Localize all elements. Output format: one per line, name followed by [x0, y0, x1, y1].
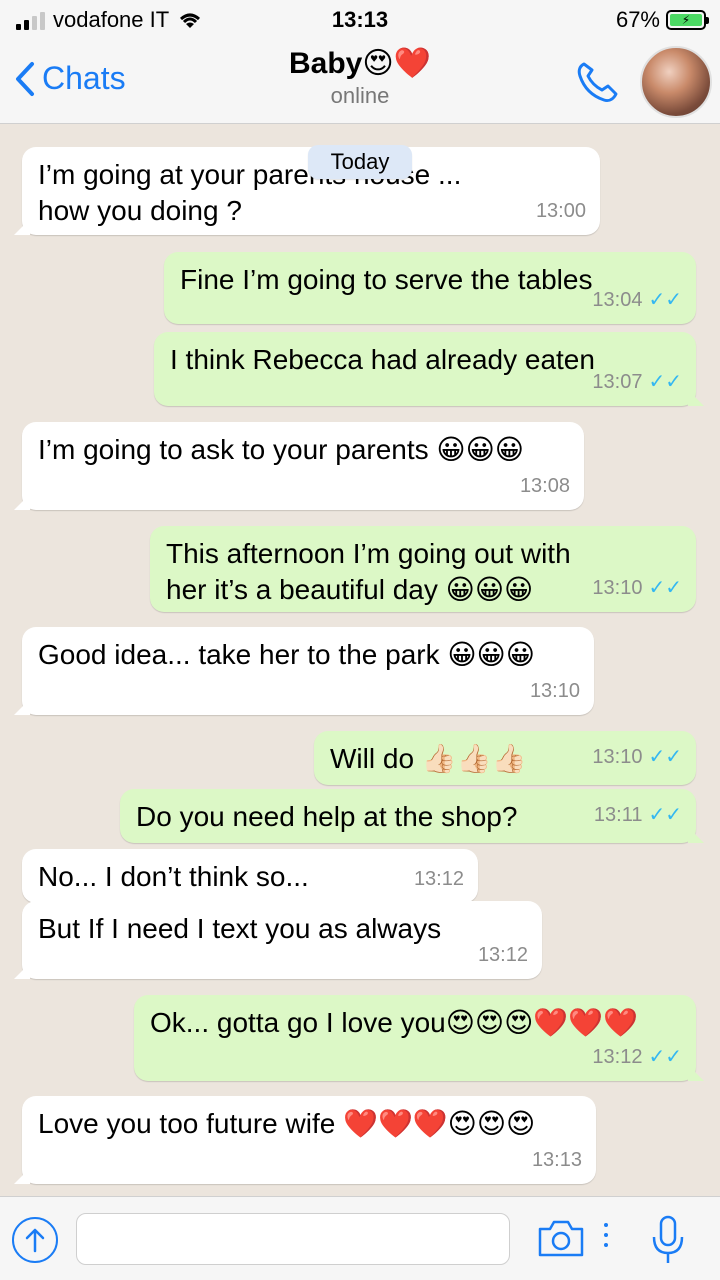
message-incoming[interactable]: I’m going to ask to your parents 😀😀😀 13:… — [22, 422, 584, 510]
attach-button[interactable] — [12, 1217, 58, 1263]
read-ticks-icon: ✓✓ — [648, 371, 682, 393]
read-ticks-icon: ✓✓ — [648, 289, 682, 311]
arrow-up-icon — [25, 1228, 45, 1253]
message-outgoing[interactable]: I think Rebecca had already eaten 13:07 ✓… — [154, 332, 696, 406]
message-time: 13:10 ✓✓ — [592, 739, 682, 775]
message-text: Will do 👍🏻👍🏻👍🏻 — [330, 743, 527, 774]
message-list[interactable]: I’m going at your parents house ... how … — [0, 125, 720, 1195]
message-incoming[interactable]: Love you too future wife ❤️❤️❤️😍😍😍 13:13 — [22, 1096, 596, 1184]
message-time: 13:04 ✓✓ — [592, 282, 682, 318]
battery-icon: ⚡ — [666, 10, 709, 30]
message-outgoing[interactable]: Do you need help at the shop? 13:11 ✓✓ — [120, 789, 696, 843]
message-time: 13:13 — [531, 1149, 582, 1171]
message-incoming[interactable]: Good idea... take her to the park 😀😀😀 13… — [22, 627, 594, 715]
message-incoming[interactable]: But If I need I text you as always 13:12 — [22, 901, 542, 979]
message-text: Do you need help at the shop? — [136, 801, 518, 832]
message-outgoing[interactable]: This afternoon I’m going out with her it… — [150, 526, 696, 612]
message-time: 13:12 — [413, 868, 464, 890]
message-outgoing[interactable]: Will do 👍🏻👍🏻👍🏻 13:10 ✓✓ — [314, 731, 696, 785]
composer-bar — [0, 1196, 720, 1280]
camera-icon[interactable] — [536, 1217, 586, 1259]
message-time: 13:07 ✓✓ — [592, 364, 682, 400]
message-text: I’m going to ask to your parents 😀😀😀 — [38, 434, 524, 465]
avatar[interactable] — [640, 46, 712, 118]
message-text: Love you too future wife ❤️❤️❤️😍😍😍 — [38, 1108, 536, 1139]
message-incoming[interactable]: No... I don’t think so... 13:12 — [22, 849, 478, 903]
status-bar: vodafone IT 13:13 67% ⚡ — [0, 0, 720, 40]
chat-header: Chats Baby😍❤️ online — [0, 40, 720, 124]
date-separator: Today — [308, 145, 412, 179]
message-time: 13:11 ✓✓ — [594, 797, 682, 833]
message-time: 13:08 — [519, 475, 570, 497]
message-text: Fine I’m going to serve the tables — [180, 264, 593, 295]
message-time: 13:10 ✓✓ — [592, 570, 682, 606]
message-text: No... I don’t think so... — [38, 861, 309, 892]
more-icon[interactable] — [604, 1223, 608, 1247]
message-time: 13:10 — [529, 680, 580, 702]
battery-percent: 67% — [615, 7, 660, 32]
message-input[interactable] — [76, 1213, 510, 1265]
message-time: 13:12 ✓✓ — [592, 1039, 682, 1075]
read-ticks-icon: ✓✓ — [648, 746, 682, 768]
phone-icon[interactable] — [572, 58, 620, 106]
read-ticks-icon: ✓✓ — [648, 804, 682, 826]
message-time: 13:12 — [477, 944, 528, 966]
message-text: But If I need I text you as always — [38, 913, 442, 944]
read-ticks-icon: ✓✓ — [648, 577, 682, 599]
message-outgoing[interactable]: Ok... gotta go I love you😍😍😍❤️❤️❤️ 13:12… — [134, 995, 696, 1081]
status-right: 67% ⚡ — [615, 7, 709, 33]
message-outgoing[interactable]: Fine I’m going to serve the tables 13:04… — [164, 252, 696, 324]
message-time: 13:00 — [535, 200, 586, 222]
message-text: Good idea... take her to the park 😀😀😀 — [38, 639, 535, 670]
microphone-icon[interactable] — [648, 1213, 688, 1267]
message-text: Ok... gotta go I love you😍😍😍❤️❤️❤️ — [150, 1007, 638, 1038]
read-ticks-icon: ✓✓ — [648, 1046, 682, 1068]
clock: 13:13 — [331, 7, 389, 32]
message-text: I think Rebecca had already eaten — [170, 344, 595, 375]
message-text: This afternoon I’m going out with her it… — [166, 538, 571, 605]
